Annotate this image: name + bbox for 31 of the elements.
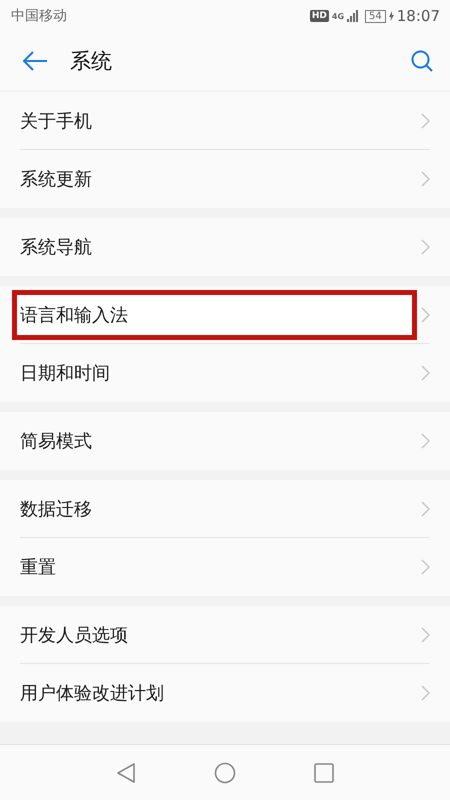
menu-item[interactable]: 数据迁移 — [20, 496, 417, 520]
chevron-icon — [421, 239, 430, 255]
chevron-icon — [421, 171, 430, 187]
chevron-icon — [421, 306, 430, 322]
menu-item[interactable]: 系统更新 — [20, 167, 417, 191]
chevron-icon — [421, 500, 430, 516]
menu-item[interactable]: 语言和输入法 — [12, 290, 417, 340]
signal-icon — [347, 10, 360, 22]
chevron-icon — [421, 559, 430, 575]
clock: 18:07 — [396, 7, 440, 25]
charging-icon — [388, 11, 394, 21]
battery-level: 54 — [365, 10, 386, 22]
carrier-name: 中国移动 — [11, 7, 67, 25]
menu-item[interactable]: 开发人员选项 — [20, 622, 417, 646]
chevron-icon — [421, 112, 430, 128]
menu-item[interactable]: 日期和时间 — [20, 361, 417, 385]
chevron-icon — [421, 685, 430, 701]
back-nav-icon[interactable] — [116, 762, 136, 784]
back-icon[interactable] — [22, 50, 48, 72]
hd-badge: HD — [310, 10, 329, 22]
page-title: 系统 — [70, 48, 113, 75]
network-type: 4G — [332, 12, 344, 20]
menu-item[interactable]: 关于手机 — [20, 108, 417, 132]
menu-item[interactable]: 用户体验改进计划 — [20, 681, 417, 705]
menu-item[interactable]: 重置 — [20, 555, 417, 579]
recents-icon[interactable] — [314, 762, 334, 782]
chevron-icon — [421, 433, 430, 449]
search-icon[interactable] — [410, 49, 434, 73]
chevron-icon — [421, 365, 430, 381]
chevron-icon — [421, 626, 430, 642]
home-icon[interactable] — [214, 762, 236, 784]
